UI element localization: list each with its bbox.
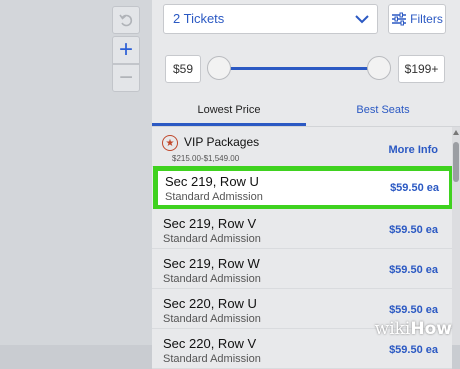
chevron-down-icon (355, 15, 369, 24)
scroll-up-icon[interactable] (453, 130, 459, 135)
vip-price-range: $215.00-$1,549.00 (172, 154, 240, 163)
zoom-in-button[interactable]: + (112, 36, 140, 64)
listing-row[interactable]: Sec 219, Row V Standard Admission $59.50… (152, 209, 452, 249)
vip-packages-row[interactable]: ★ VIP Packages $215.00-$1,549.00 More In… (152, 127, 452, 167)
filter-bar: 2 Tickets Filters $59 $199+ (152, 0, 460, 98)
price-range-track[interactable] (214, 67, 386, 70)
ticket-panel: 2 Tickets Filters $59 $199+ Lowest Price… (152, 0, 460, 369)
more-info-link[interactable]: More Info (389, 144, 439, 156)
wikihow-watermark: wikiHow (374, 319, 452, 339)
max-price-label: $199+ (404, 62, 439, 76)
star-icon: ★ (162, 135, 178, 151)
listing-section: Sec 219, Row V (163, 216, 257, 231)
seat-map-area[interactable]: + − (0, 0, 152, 345)
listing-section: Sec 220, Row V (163, 336, 257, 351)
listing-row-highlighted[interactable]: Sec 219, Row U Standard Admission $59.50… (153, 166, 454, 210)
listing-admission: Standard Admission (163, 353, 261, 365)
minus-icon: − (118, 64, 133, 91)
min-price-box[interactable]: $59 (165, 55, 201, 83)
plus-icon: + (118, 36, 133, 63)
max-price-box[interactable]: $199+ (398, 55, 445, 83)
ticket-quantity-select[interactable]: 2 Tickets (163, 4, 378, 34)
undo-icon (119, 14, 133, 27)
zoom-out-button[interactable]: − (112, 64, 140, 92)
listing-admission: Standard Admission (163, 313, 261, 325)
listing-price: $59.50 ea (389, 224, 438, 236)
listing-price: $59.50 ea (389, 304, 438, 316)
sort-tabs: Lowest Price Best Seats (152, 98, 460, 127)
sliders-icon (392, 12, 407, 26)
listing-admission: Standard Admission (165, 191, 263, 203)
min-price-handle[interactable] (207, 56, 231, 80)
listing-row[interactable]: Sec 219, Row W Standard Admission $59.50… (152, 249, 452, 289)
listing-section: Sec 220, Row U (163, 296, 257, 311)
undo-button[interactable] (112, 6, 140, 34)
tab-best-seats[interactable]: Best Seats (306, 98, 460, 126)
min-price-label: $59 (172, 62, 194, 76)
scrollbar-thumb[interactable] (453, 142, 459, 182)
listing-price: $59.50 ea (390, 182, 439, 194)
vip-title: VIP Packages (184, 135, 260, 149)
listing-price: $59.50 ea (389, 264, 438, 276)
listing-section: Sec 219, Row U (165, 174, 259, 189)
listing-scrollbar[interactable] (452, 127, 460, 345)
filters-button[interactable]: Filters (388, 4, 446, 34)
filters-label: Filters (410, 12, 443, 26)
listing-admission: Standard Admission (163, 273, 261, 285)
tab-lowest-price[interactable]: Lowest Price (152, 98, 306, 126)
ticket-quantity-value: 2 Tickets (173, 11, 225, 26)
listing-admission: Standard Admission (163, 233, 261, 245)
listing-section: Sec 219, Row W (163, 256, 260, 271)
max-price-handle[interactable] (367, 56, 391, 80)
listing-price: $59.50 ea (389, 344, 438, 356)
